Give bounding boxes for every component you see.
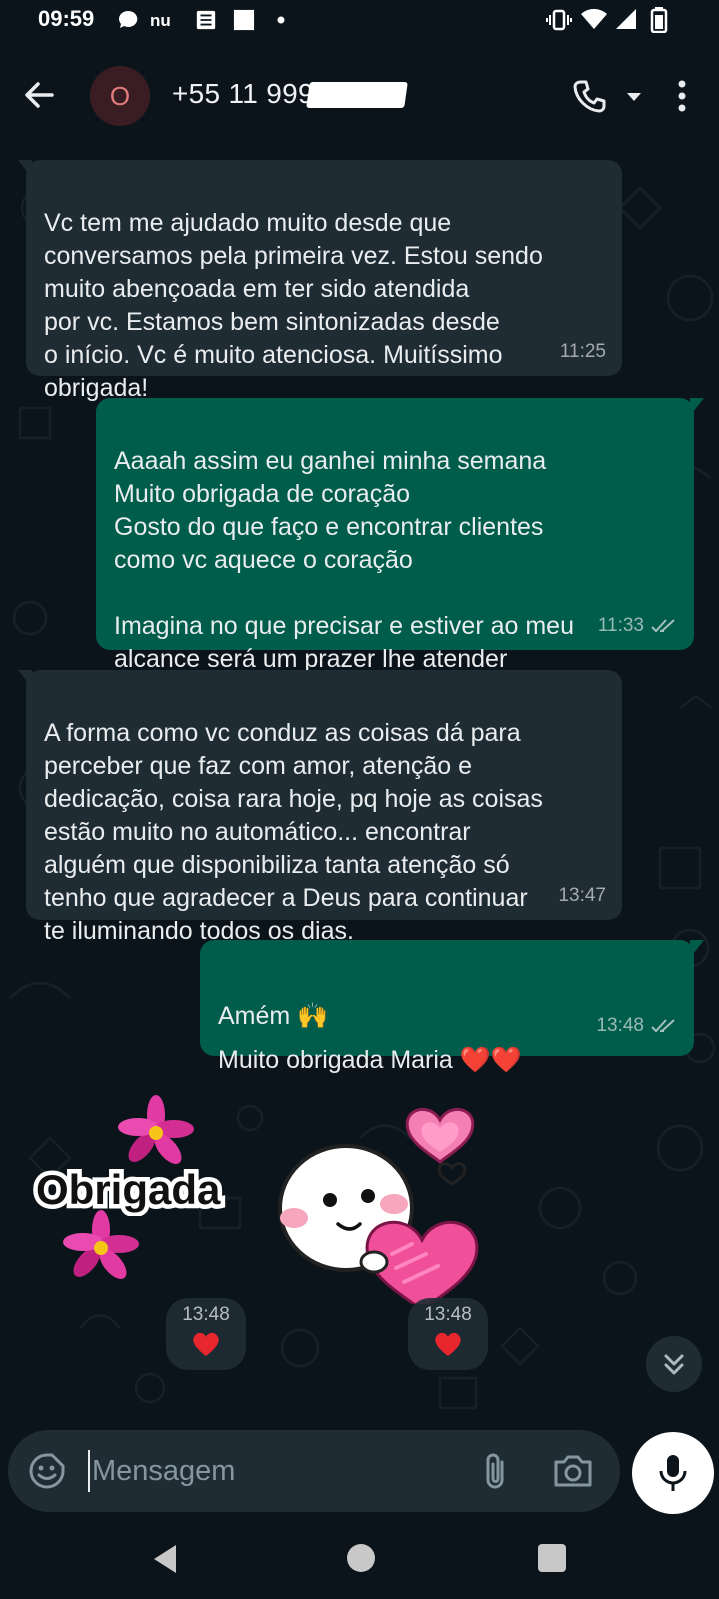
message-text: A forma como vc conduz as coisas dá para… xyxy=(44,719,543,945)
sticker-time-pill: 13:48 xyxy=(408,1298,488,1370)
paperclip-icon[interactable] xyxy=(478,1450,512,1492)
message-meta: 11:25 xyxy=(560,335,606,368)
news-icon xyxy=(196,10,216,30)
text-caret xyxy=(88,1450,90,1492)
double-chevron-down-icon xyxy=(664,1354,684,1375)
wifi-icon xyxy=(581,8,607,29)
signal-icon xyxy=(616,9,636,29)
sticker-caption: Obrigada xyxy=(32,1162,226,1217)
message-text: Aaaah assim eu ganhei minha semana Muito… xyxy=(114,447,574,673)
chat-header: O +55 11 999 8 xyxy=(0,40,719,148)
sticker-mochi-heart[interactable] xyxy=(272,1084,502,1312)
dot-icon xyxy=(277,16,285,24)
system-navigation-bar xyxy=(0,1522,719,1599)
chat-bubble-icon xyxy=(118,10,138,28)
voice-message-button[interactable] xyxy=(632,1432,714,1514)
message-time: 13:48 xyxy=(596,1015,644,1036)
nav-home-button[interactable] xyxy=(347,1544,375,1572)
avatar[interactable]: O xyxy=(90,66,150,126)
heart-reaction-icon[interactable] xyxy=(191,1330,221,1358)
message-input-container[interactable] xyxy=(8,1430,620,1512)
heart-reaction-icon[interactable] xyxy=(433,1330,463,1358)
chevron-down-icon[interactable] xyxy=(624,90,644,104)
more-options-icon[interactable] xyxy=(672,76,692,116)
message-bubble-outgoing[interactable]: Amém 🙌 Muito obrigada Maria ❤️❤️ 13:48 xyxy=(200,940,694,1074)
double-check-icon xyxy=(651,1019,675,1033)
message-composer xyxy=(0,1422,719,1522)
nav-back-icon[interactable] xyxy=(150,1542,180,1576)
nubank-icon: nu xyxy=(150,11,171,30)
svg-text:nu: nu xyxy=(150,11,171,30)
message-bubble-incoming[interactable]: A forma como vc conduz as coisas dá para… xyxy=(26,670,622,945)
sticker-caption-text: Obrigada xyxy=(36,1166,221,1213)
sticker-time: 13:48 xyxy=(182,1304,230,1325)
scroll-to-bottom-button[interactable] xyxy=(646,1336,702,1392)
message-meta: 13:48 xyxy=(596,1004,678,1048)
sticker-time: 13:48 xyxy=(424,1304,472,1325)
message-bubble-incoming[interactable]: Vc tem me ajudado muito desde que conver… xyxy=(26,160,622,402)
camera-icon[interactable] xyxy=(552,1452,594,1490)
redaction-mark xyxy=(306,82,408,108)
sticker-time-pill: 13:48 xyxy=(166,1298,246,1370)
double-check-icon xyxy=(651,618,675,632)
nav-recents-button[interactable] xyxy=(538,1544,566,1572)
mochi-heart-sticker-art xyxy=(278,1108,479,1312)
message-input[interactable] xyxy=(92,1448,462,1494)
message-bubble-outgoing[interactable]: Aaaah assim eu ganhei minha semana Muito… xyxy=(96,398,694,673)
chat-area[interactable]: Vc tem me ajudado muito desde que conver… xyxy=(0,148,719,1422)
message-meta: 11:33 xyxy=(598,609,678,642)
phone-call-icon[interactable] xyxy=(572,78,608,114)
battery-icon xyxy=(650,7,668,33)
sticker-obrigada[interactable]: Obrigada xyxy=(26,1088,256,1288)
vibrate-icon xyxy=(546,9,572,31)
message-time: 11:33 xyxy=(597,615,644,636)
message-meta: 13:47 xyxy=(558,879,606,912)
microphone-icon xyxy=(659,1455,687,1491)
message-text: Amém 🙌 Muito obrigada Maria ❤️❤️ xyxy=(218,1002,523,1074)
status-bar: 09:59 nu xyxy=(0,0,719,40)
back-arrow-icon[interactable] xyxy=(22,78,56,112)
message-text: Vc tem me ajudado muito desde que conver… xyxy=(44,209,543,402)
sticker-emoji-icon[interactable] xyxy=(28,1452,66,1490)
message-time: 11:25 xyxy=(559,341,606,362)
status-time: 09:59 xyxy=(38,6,95,31)
square-icon xyxy=(233,9,255,31)
message-time: 13:47 xyxy=(558,885,606,906)
